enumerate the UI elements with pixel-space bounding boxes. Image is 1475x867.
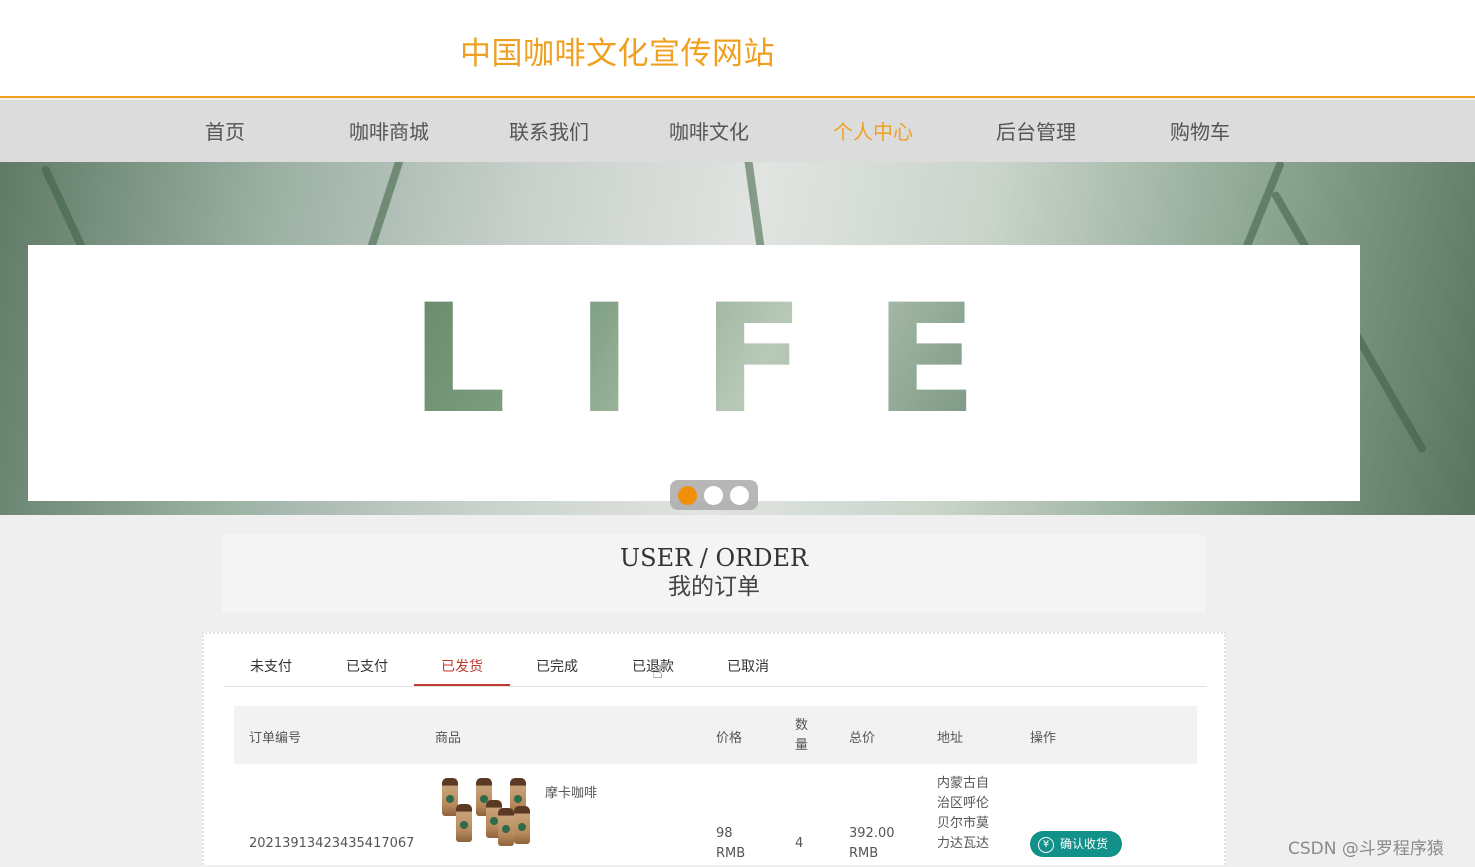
banner-slide[interactable]: LIFE ✳ xyxy=(28,245,1360,515)
section-title-en: USER / ORDER xyxy=(619,544,809,572)
carousel-dot-1[interactable] xyxy=(678,486,697,505)
product-name[interactable]: 摩卡咖啡 xyxy=(545,784,597,804)
banner-headline: LIFE xyxy=(28,285,1360,435)
order-number: 20213913423435417067 xyxy=(249,836,415,851)
carousel-indicators xyxy=(670,480,758,510)
nav-item-cart[interactable]: 购物车 xyxy=(1170,116,1230,145)
section-heading: USER / ORDER 我的订单 xyxy=(222,535,1206,612)
column-header-qty: 数量 xyxy=(795,718,809,753)
hand-cursor-icon: ☝ xyxy=(652,662,663,683)
total-value: 392.00 xyxy=(849,826,895,841)
orders-panel: 未支付 已支付 已发货 已完成 已退款 已取消 ☝ 订单编号 商品 价格 数量 … xyxy=(202,632,1226,865)
address-line: 内蒙古自 xyxy=(937,776,990,791)
nav-item-coffee-shop[interactable]: 咖啡商城 xyxy=(349,116,429,145)
nav-item-personal-center[interactable]: 个人中心 xyxy=(833,116,913,145)
confirm-receipt-label: 确认收货 xyxy=(1060,837,1109,851)
tab-cancelled[interactable]: 已取消 xyxy=(727,656,769,676)
address-line: 力达瓦达 xyxy=(937,836,990,851)
column-header-product: 商品 xyxy=(435,731,462,746)
orders-table-header: 订单编号 商品 价格 数量 总价 地址 操作 xyxy=(234,706,1197,764)
banner-carousel: LIFE ✳ xyxy=(0,162,1475,515)
site-header: 中国咖啡文化宣传网站 xyxy=(0,0,1475,98)
tab-completed[interactable]: 已完成 xyxy=(536,656,578,676)
price-unit: RMB xyxy=(716,846,746,861)
site-title[interactable]: 中国咖啡文化宣传网站 xyxy=(460,28,775,73)
tab-unpaid[interactable]: 未支付 xyxy=(250,656,292,676)
nav-item-admin[interactable]: 后台管理 xyxy=(996,116,1076,145)
column-header-action: 操作 xyxy=(1030,731,1057,746)
quantity-value: 4 xyxy=(795,836,804,851)
section-title-cn: 我的订单 xyxy=(668,574,760,600)
confirm-receipt-button[interactable]: ¥ 确认收货 xyxy=(1030,831,1122,857)
column-header-address: 地址 xyxy=(937,731,964,746)
column-header-total: 总价 xyxy=(849,731,876,746)
nav-item-coffee-culture[interactable]: 咖啡文化 xyxy=(669,116,749,145)
carousel-dot-3[interactable] xyxy=(730,486,749,505)
tab-shipped[interactable]: 已发货 xyxy=(441,656,483,676)
nav-item-contact-us[interactable]: 联系我们 xyxy=(509,116,589,145)
active-tab-indicator xyxy=(414,684,510,686)
column-header-price: 价格 xyxy=(716,731,743,746)
product-image[interactable] xyxy=(438,774,534,854)
tab-paid[interactable]: 已支付 xyxy=(346,656,388,676)
main-nav: 首页 咖啡商城 联系我们 咖啡文化 个人中心 后台管理 购物车 xyxy=(0,100,1475,162)
watermark: CSDN @斗罗程序猿 xyxy=(1288,839,1444,859)
price-value: 98 xyxy=(716,826,733,841)
column-header-order-no: 订单编号 xyxy=(249,731,302,746)
order-status-tabs: 未支付 已支付 已发货 已完成 已退款 已取消 ☝ xyxy=(224,634,1207,687)
table-row: 20213913423435417067 摩卡咖啡 98 RMB 4 392.0… xyxy=(234,764,1197,867)
address-line: 治区呼伦 xyxy=(937,796,990,811)
nav-item-home[interactable]: 首页 xyxy=(205,116,245,145)
yen-icon: ¥ xyxy=(1038,836,1054,853)
total-unit: RMB xyxy=(849,846,879,861)
carousel-dot-2[interactable] xyxy=(704,486,723,505)
address-line: 贝尔市莫 xyxy=(937,816,990,831)
